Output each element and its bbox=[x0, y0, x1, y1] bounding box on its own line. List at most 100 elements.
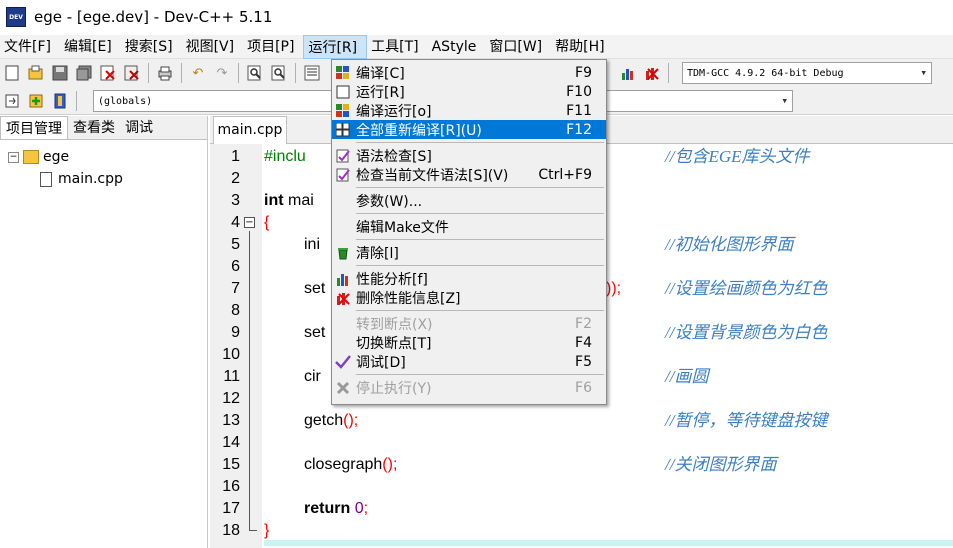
code-punctuation: (); bbox=[382, 456, 398, 473]
redo-icon[interactable]: ↷ bbox=[212, 63, 232, 83]
indent-icon[interactable] bbox=[302, 63, 322, 83]
run-icon bbox=[335, 84, 351, 100]
line-number: 10 bbox=[222, 346, 240, 363]
menu-view[interactable]: 视图[V] bbox=[182, 35, 244, 59]
tab-main-cpp[interactable]: main.cpp bbox=[213, 116, 287, 144]
function-name: mai bbox=[283, 192, 314, 209]
devcpp-app-icon: DEV bbox=[6, 7, 26, 27]
toolbar-separator bbox=[295, 63, 296, 83]
menu-item-label: 切换断点[T] bbox=[356, 335, 432, 352]
shortcut-key: F11 bbox=[566, 102, 592, 119]
line-number: 1 bbox=[231, 148, 240, 165]
code-text: set bbox=[304, 280, 326, 297]
tab-debug[interactable]: 调试 bbox=[120, 116, 158, 139]
line-number: 11 bbox=[223, 368, 240, 385]
new-file-icon[interactable] bbox=[2, 63, 22, 83]
shortcut-key: F6 bbox=[575, 379, 592, 396]
menu-item-edit-makefile[interactable]: 编辑Make文件 bbox=[332, 217, 606, 236]
save-all-icon[interactable] bbox=[74, 63, 94, 83]
menu-astyle[interactable]: AStyle bbox=[428, 35, 486, 59]
menu-tools[interactable]: 工具[T] bbox=[367, 35, 427, 59]
menu-help[interactable]: 帮助[H] bbox=[551, 35, 613, 59]
bookmark-icon[interactable] bbox=[50, 91, 70, 111]
menu-item-profile[interactable]: 性能分析[f] bbox=[332, 269, 606, 288]
tab-class-browser[interactable]: 查看类 bbox=[68, 116, 120, 139]
menu-item-rebuild-all[interactable]: 全部重新编译[R](U) F12 bbox=[332, 120, 606, 139]
code-text: cir bbox=[304, 368, 321, 385]
compiler-select-value: TDM-GCC 4.9.2 64-bit Debug bbox=[687, 67, 844, 79]
menu-window[interactable]: 窗口[W] bbox=[485, 35, 551, 59]
find-icon[interactable] bbox=[245, 63, 265, 83]
project-panel-tabs: 项目管理 查看类 调试 bbox=[0, 116, 207, 140]
menu-item-debug[interactable]: 调试[D] F5 bbox=[332, 352, 606, 371]
replace-icon[interactable] bbox=[269, 63, 289, 83]
main-declaration: int mai bbox=[264, 190, 314, 212]
save-icon[interactable] bbox=[50, 63, 70, 83]
menu-item-syntax-check-file[interactable]: 检查当前文件语法[S](V) Ctrl+F9 bbox=[332, 165, 606, 184]
menu-project[interactable]: 项目[P] bbox=[243, 35, 303, 59]
menu-item-stop[interactable]: 停止执行(Y) F6 bbox=[332, 378, 606, 397]
project-panel: 项目管理 查看类 调试 − ege main.cpp bbox=[0, 116, 208, 548]
menu-item-goto-breakpoint[interactable]: 转到断点(X) F2 bbox=[332, 314, 606, 333]
menu-item-label: 编辑Make文件 bbox=[356, 219, 449, 236]
delete-profile-icon bbox=[335, 290, 351, 306]
shortcut-key: F10 bbox=[566, 83, 592, 100]
goto-icon[interactable] bbox=[2, 91, 22, 111]
comment: //关闭图形界面 bbox=[665, 455, 777, 474]
closegraph-call: closegraph(); bbox=[304, 454, 397, 476]
project-node[interactable]: − ege bbox=[0, 146, 207, 168]
menu-item-label: 编译[C] bbox=[356, 65, 405, 82]
chevron-down-icon: ▾ bbox=[920, 66, 927, 79]
menu-separator bbox=[356, 310, 604, 311]
tab-project-manager[interactable]: 项目管理 bbox=[0, 116, 68, 139]
shortcut-key: Ctrl+F9 bbox=[538, 166, 592, 183]
print-icon[interactable] bbox=[155, 63, 175, 83]
collapse-icon[interactable]: − bbox=[8, 151, 19, 163]
menu-item-parameters[interactable]: 参数(W)... bbox=[332, 191, 606, 210]
compiler-select[interactable]: TDM-GCC 4.9.2 64-bit Debug ▾ bbox=[682, 62, 932, 84]
fold-end-marker bbox=[249, 522, 257, 531]
code-line: 18 } bbox=[210, 520, 953, 542]
menu-edit[interactable]: 编辑[E] bbox=[60, 35, 121, 59]
menu-item-clean[interactable]: 清除[l] bbox=[332, 243, 606, 262]
line-number: 13 bbox=[222, 412, 240, 429]
rebuild-all-icon bbox=[335, 122, 351, 138]
menu-item-run[interactable]: 运行[R] F10 bbox=[332, 82, 606, 101]
toolbar-separator bbox=[148, 63, 149, 83]
chart-icon[interactable] bbox=[618, 63, 638, 83]
menu-item-syntax-check[interactable]: 语法检查[S] bbox=[332, 146, 606, 165]
menu-run[interactable]: 运行[R] bbox=[303, 34, 368, 59]
line-number: 16 bbox=[222, 478, 240, 495]
code-punctuation: )); bbox=[606, 280, 622, 297]
file-icon bbox=[40, 171, 52, 187]
chevron-down-icon: ▾ bbox=[781, 94, 788, 107]
menu-search[interactable]: 搜索[S] bbox=[121, 35, 182, 59]
line-number: 12 bbox=[222, 390, 240, 407]
fold-toggle-icon[interactable]: − bbox=[244, 217, 255, 228]
add-to-project-icon[interactable] bbox=[26, 91, 46, 111]
file-name: main.cpp bbox=[58, 171, 123, 187]
compile-run-icon bbox=[335, 103, 351, 119]
menu-separator bbox=[356, 374, 604, 375]
line-number: 14 bbox=[222, 434, 240, 451]
menu-item-delete-profile[interactable]: 删除性能信息[Z] bbox=[332, 288, 606, 307]
compile-icon bbox=[335, 65, 351, 81]
file-node[interactable]: main.cpp bbox=[0, 168, 207, 190]
line-number: 6 bbox=[231, 258, 240, 275]
shortcut-key: F5 bbox=[575, 353, 592, 370]
close-file-icon[interactable] bbox=[98, 63, 118, 83]
toolbar-separator bbox=[238, 63, 239, 83]
open-file-icon[interactable] bbox=[26, 63, 46, 83]
menu-item-compile-run[interactable]: 编译运行[o] F11 bbox=[332, 101, 606, 120]
menu-file[interactable]: 文件[F] bbox=[0, 35, 60, 59]
menu-item-label: 性能分析[f] bbox=[356, 271, 428, 288]
include-directive: #inclu bbox=[264, 148, 306, 165]
menu-item-compile[interactable]: 编译[C] F9 bbox=[332, 63, 606, 82]
line-number: 18 bbox=[222, 522, 240, 539]
delete-profile-toolbar-icon[interactable] bbox=[642, 63, 662, 83]
close-brace: } bbox=[264, 522, 270, 539]
menu-item-toggle-breakpoint[interactable]: 切换断点[T] F4 bbox=[332, 333, 606, 352]
close-all-icon[interactable] bbox=[122, 63, 142, 83]
undo-icon[interactable]: ↶ bbox=[188, 63, 208, 83]
syntax-check-icon bbox=[335, 148, 351, 164]
